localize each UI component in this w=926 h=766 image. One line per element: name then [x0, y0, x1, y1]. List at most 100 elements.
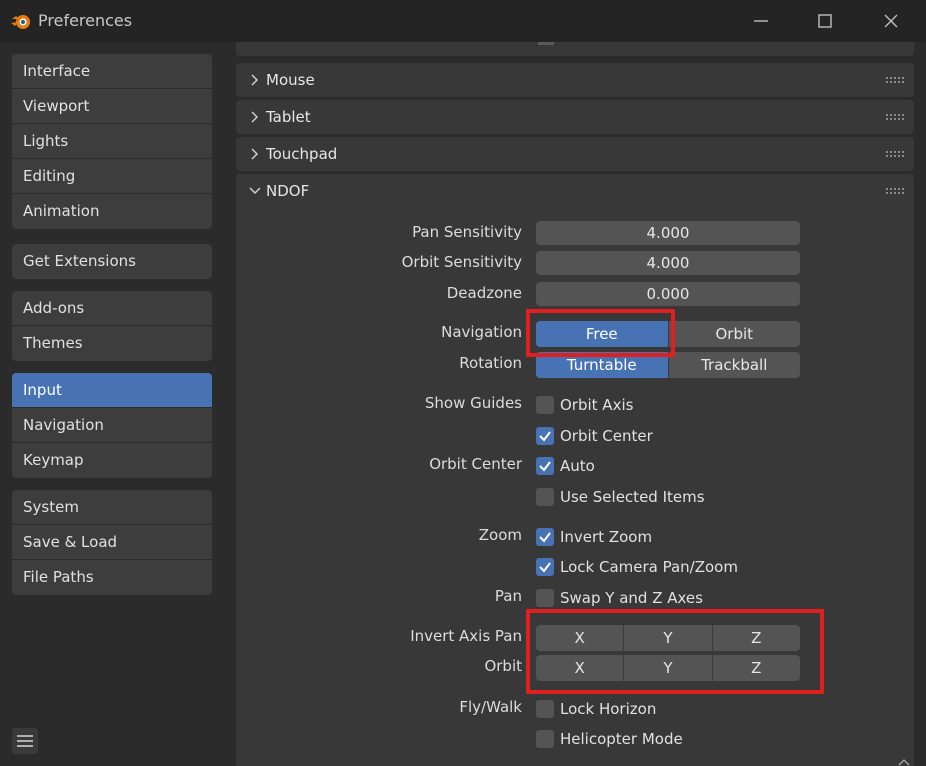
sidebar-item-add-ons[interactable]: Add-ons	[12, 291, 212, 326]
invert-axis-orbit-label: Orbit	[484, 657, 522, 675]
drag-grip-icon[interactable]	[886, 114, 904, 120]
row-show-guides-center: Orbit Center	[236, 423, 914, 448]
orbit-center-guide-checkbox[interactable]	[536, 427, 554, 445]
sidebar-item-themes[interactable]: Themes	[12, 326, 212, 361]
chevron-right-icon	[251, 111, 259, 123]
minimize-button[interactable]	[744, 8, 778, 34]
blender-logo-icon	[11, 15, 30, 29]
panel-title-tablet: Tablet	[266, 108, 311, 126]
sidebar-item-editing[interactable]: Editing	[12, 159, 212, 194]
invert-pan-y-button[interactable]: Y	[624, 625, 713, 651]
panel-header-mouse[interactable]: Mouse	[236, 63, 914, 97]
drag-grip-icon[interactable]	[886, 77, 904, 83]
orbit-center-auto-label: Auto	[560, 457, 595, 475]
row-pan: Pan Swap Y and Z Axes	[236, 585, 914, 610]
helicopter-mode-label: Helicopter Mode	[560, 730, 683, 748]
preferences-menu-button[interactable]	[12, 728, 38, 754]
orbit-center-auto-option[interactable]: Auto	[536, 455, 595, 477]
use-selected-items-checkbox[interactable]	[536, 488, 554, 506]
invert-pan-x-button[interactable]: X	[536, 625, 625, 651]
row-zoom: Zoom Invert Zoom	[236, 524, 914, 549]
panel-title-ndof: NDOF	[266, 182, 310, 200]
invert-zoom-checkbox[interactable]	[536, 528, 554, 546]
rotation-trackball-button[interactable]: Trackball	[668, 352, 800, 378]
helicopter-mode-option[interactable]: Helicopter Mode	[536, 728, 683, 750]
fly-walk-label: Fly/Walk	[459, 698, 522, 716]
invert-orbit-x-button[interactable]: X	[536, 655, 625, 681]
title-bar: Preferences	[0, 0, 926, 42]
checkmark-icon	[539, 532, 551, 543]
orbit-center-label: Orbit Center	[429, 455, 522, 473]
panel-header-touchpad[interactable]: Touchpad	[236, 137, 914, 171]
orbit-center-guide-option[interactable]: Orbit Center	[536, 425, 653, 447]
orbit-axis-option[interactable]: Orbit Axis	[536, 394, 633, 416]
rotation-toggle: Turntable Trackball	[536, 352, 800, 378]
rotation-label: Rotation	[459, 354, 522, 372]
sidebar-item-system[interactable]: System	[12, 490, 212, 525]
orbit-sensitivity-label: Orbit Sensitivity	[401, 253, 522, 271]
orbit-sensitivity-field[interactable]: 4.000	[536, 251, 800, 275]
lock-horizon-label: Lock Horizon	[560, 700, 657, 718]
close-button[interactable]	[874, 8, 908, 34]
sidebar-group-addons: Add-ons Themes	[12, 291, 212, 361]
lock-camera-label: Lock Camera Pan/Zoom	[560, 558, 738, 576]
panel-header-tablet[interactable]: Tablet	[236, 100, 914, 134]
pan-sensitivity-field[interactable]: 4.000	[536, 221, 800, 245]
row-pan-sensitivity: Pan Sensitivity 4.000	[236, 221, 914, 246]
sidebar-item-animation[interactable]: Animation	[12, 194, 212, 229]
invert-pan-z-button[interactable]: Z	[712, 625, 800, 651]
row-use-selected: Use Selected Items	[236, 484, 914, 509]
row-rotation: Rotation Turntable Trackball	[236, 352, 914, 378]
invert-orbit-y-button[interactable]: Y	[624, 655, 713, 681]
sidebar-item-navigation[interactable]: Navigation	[12, 408, 212, 443]
sidebar-item-save-load[interactable]: Save & Load	[12, 525, 212, 560]
main-panel: Mouse Tablet Touchpad NDOF Pan Sensitivi…	[236, 42, 914, 766]
hamburger-menu-icon	[17, 735, 33, 747]
sidebar-item-input[interactable]: Input	[12, 373, 212, 408]
maximize-icon	[818, 14, 832, 28]
orbit-center-guide-label: Orbit Center	[560, 427, 653, 445]
rotation-turntable-button[interactable]: Turntable	[536, 352, 669, 378]
swap-yz-option[interactable]: Swap Y and Z Axes	[536, 587, 703, 609]
sidebar: Interface Viewport Lights Editing Animat…	[0, 42, 224, 766]
navigation-orbit-button[interactable]: Orbit	[668, 321, 800, 347]
lock-camera-option[interactable]: Lock Camera Pan/Zoom	[536, 556, 738, 578]
lock-horizon-option[interactable]: Lock Horizon	[536, 698, 656, 720]
row-invert-axis-pan: Invert Axis Pan X Y Z	[236, 625, 914, 651]
sidebar-item-file-paths[interactable]: File Paths	[12, 560, 212, 595]
deadzone-field[interactable]: 0.000	[536, 282, 800, 306]
sidebar-item-interface[interactable]: Interface	[12, 54, 212, 89]
maximize-button[interactable]	[808, 8, 842, 34]
row-deadzone: Deadzone 0.000	[236, 282, 914, 307]
pan-label: Pan	[494, 587, 522, 605]
invert-zoom-option[interactable]: Invert Zoom	[536, 526, 652, 548]
checkmark-icon	[539, 562, 551, 573]
lock-horizon-checkbox[interactable]	[536, 700, 554, 718]
orbit-center-auto-checkbox[interactable]	[536, 457, 554, 475]
scroll-up-icon[interactable]	[898, 758, 910, 766]
navigation-free-button[interactable]: Free	[536, 321, 669, 347]
orbit-axis-checkbox[interactable]	[536, 396, 554, 414]
sidebar-item-lights[interactable]: Lights	[12, 124, 212, 159]
row-invert-axis-orbit: Orbit X Y Z	[236, 655, 914, 681]
pan-sensitivity-label: Pan Sensitivity	[412, 223, 522, 241]
window-title: Preferences	[38, 11, 133, 30]
row-fly-walk: Fly/Walk Lock Horizon	[236, 696, 914, 721]
swap-yz-label: Swap Y and Z Axes	[560, 589, 703, 607]
navigation-label: Navigation	[441, 323, 522, 341]
invert-orbit-z-button[interactable]: Z	[712, 655, 800, 681]
use-selected-items-option[interactable]: Use Selected Items	[536, 486, 705, 508]
swap-yz-checkbox[interactable]	[536, 589, 554, 607]
sidebar-item-viewport[interactable]: Viewport	[12, 89, 212, 124]
sidebar-group-extensions: Get Extensions	[12, 244, 212, 279]
helicopter-mode-checkbox[interactable]	[536, 730, 554, 748]
use-selected-items-label: Use Selected Items	[560, 488, 705, 506]
lock-camera-checkbox[interactable]	[536, 558, 554, 576]
drag-grip-icon[interactable]	[886, 151, 904, 157]
panel-title-touchpad: Touchpad	[266, 145, 338, 163]
sidebar-item-get-extensions[interactable]: Get Extensions	[12, 244, 212, 279]
sidebar-item-keymap[interactable]: Keymap	[12, 443, 212, 478]
navigation-toggle: Free Orbit	[536, 321, 800, 347]
row-show-guides: Show Guides Orbit Axis	[236, 392, 914, 417]
drag-grip-icon[interactable]	[886, 188, 904, 194]
